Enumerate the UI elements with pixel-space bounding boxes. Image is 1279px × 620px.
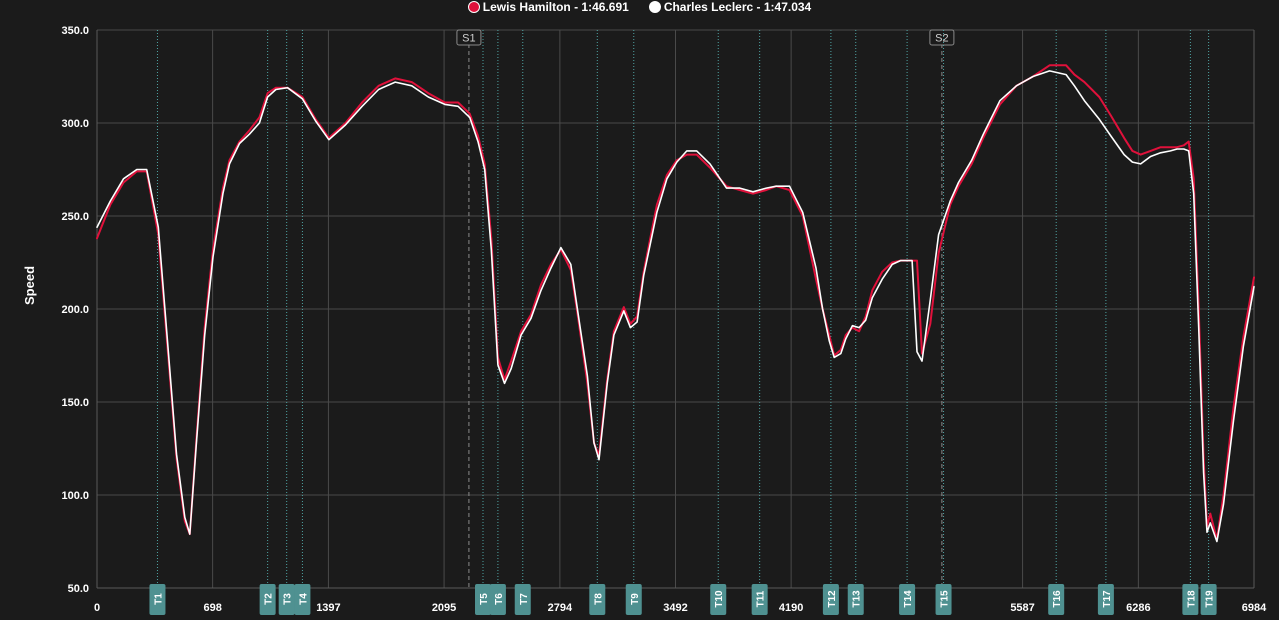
turn-label: T2 <box>264 593 275 605</box>
y-tick-label: 50.0 <box>68 583 89 595</box>
sector-label: S1 <box>462 33 475 45</box>
turn-label: T15 <box>940 590 951 608</box>
turn-label: T3 <box>283 593 294 605</box>
turn-label: T11 <box>756 590 767 607</box>
turn-label: T14 <box>903 590 914 608</box>
x-tick-label: 3492 <box>663 602 687 614</box>
turn-label: T5 <box>479 593 490 605</box>
turn-label: T12 <box>827 590 838 608</box>
x-tick-label: 2095 <box>432 602 456 614</box>
x-tick-label: 0 <box>94 602 100 614</box>
turn-label: T7 <box>519 593 530 605</box>
x-tick-label: 2794 <box>548 602 573 614</box>
y-tick-label: 350.0 <box>61 25 89 37</box>
x-tick-label: 6286 <box>1126 602 1150 614</box>
turn-label: T9 <box>630 593 641 605</box>
x-tick-label: 1397 <box>316 602 340 614</box>
turn-label: T10 <box>714 590 725 608</box>
sector-label: S2 <box>935 33 948 45</box>
x-tick-label: 5587 <box>1010 602 1034 614</box>
speed-chart: 350.0 300.0 250.0 200.0 150.0 100.0 50.0 0 698 13… <box>61 25 1267 615</box>
y-tick-label: 100.0 <box>61 490 89 502</box>
turn-label: T4 <box>298 593 309 605</box>
turn-label: T16 <box>1052 590 1063 608</box>
y-tick-label: 200.0 <box>61 304 89 316</box>
y-tick-label: 150.0 <box>61 397 89 409</box>
turn-label: T19 <box>1205 590 1216 608</box>
y-tick-label: 250.0 <box>61 211 89 223</box>
turn-label: T18 <box>1186 590 1197 608</box>
x-tick-label: 6984 <box>1242 602 1267 614</box>
x-tick-label: 4190 <box>779 602 803 614</box>
x-tick-label: 698 <box>203 602 221 614</box>
y-tick-label: 300.0 <box>61 118 89 130</box>
turn-label: T8 <box>593 593 604 605</box>
turn-label: T17 <box>1102 590 1113 608</box>
turn-label: T6 <box>494 593 505 605</box>
turn-label: T1 <box>153 593 164 605</box>
turn-label: T13 <box>852 590 863 608</box>
